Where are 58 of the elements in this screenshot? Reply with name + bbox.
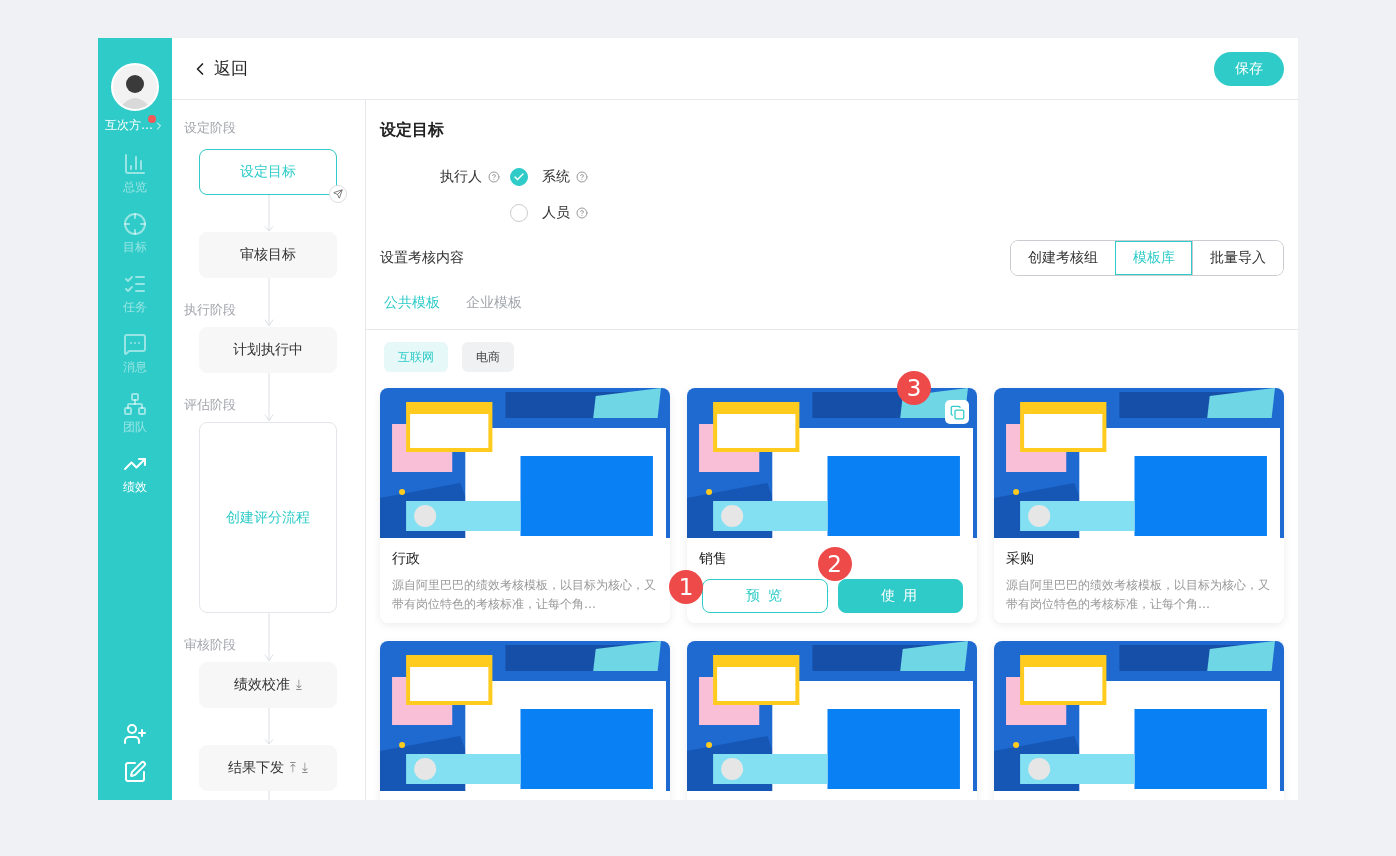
use-button[interactable]: 使 用 [837,579,963,613]
card-description: 源自阿里巴巴的绩效考核模板，以目标为核心，又带有岗位特色的考核标准，让每个角… [1006,577,1270,613]
sort-mark[interactable]: ⤓ [296,677,302,693]
field-label: 设置考核内容 [380,249,464,267]
preview-button[interactable]: 预 览 [702,579,828,613]
sort-mark[interactable]: ⤒ [290,760,296,776]
stage-label: 设定阶段 [184,119,237,137]
tab[interactable]: 公共模板 [384,294,440,312]
card-title: 行政 [392,550,420,568]
template-card[interactable]: 行政 源自阿里巴巴的绩效考核模板，以目标为核心，又带有岗位特色的考核标准，让每个角… [380,388,670,623]
help-icon[interactable] [576,171,588,183]
back-link[interactable]: 返回 [190,57,248,80]
card-description: 源自阿里巴巴的绩效考核模板，以目标为核心，又带有岗位特色的考核标准，让每个角… [392,577,656,613]
flow-step[interactable]: 审核目标 [199,232,337,278]
stage-label: 评估阶段 [184,396,237,414]
connector-arrow [264,708,274,745]
flow-step[interactable]: 绩效校准 ⤓ [199,662,337,708]
connector-arrow [264,373,274,422]
option-label[interactable]: 系统 [542,168,570,186]
check-icon [513,171,525,183]
user-avatar[interactable] [111,63,159,111]
radio-button[interactable] [510,204,528,222]
flow-step[interactable]: 设定目标 [199,149,337,195]
card-title: 采购 [1006,550,1034,568]
user-name[interactable]: 互次方… [105,117,153,134]
number-badge: 3 [897,371,931,405]
stage-label: 执行阶段 [184,301,237,319]
flow-step[interactable]: 创建评分流程 [199,422,337,613]
help-icon[interactable] [488,171,500,183]
mode-button[interactable]: 模板库 [1115,241,1192,275]
flow-step[interactable]: 结果下发 ⤒ ⤓ [199,745,337,791]
radio-button[interactable] [510,168,528,186]
filter-chip[interactable]: 互联网 [384,342,448,372]
filter-chip[interactable]: 电商 [462,342,514,372]
connector-arrow [264,195,274,232]
copy-button[interactable] [945,400,969,424]
network-icon [123,392,147,416]
nav-item[interactable]: 绩效 [123,452,147,502]
send-icon[interactable] [329,185,347,203]
edit-icon[interactable] [123,760,147,784]
stage-label: 审核阶段 [184,636,237,654]
save-button[interactable]: 保存 [1214,51,1284,86]
connector-arrow [264,278,274,327]
sort-mark[interactable]: ⤓ [302,760,308,776]
flow-step[interactable]: 计划执行中 [199,327,337,373]
section-title: 设定目标 [380,120,445,141]
add-user-icon[interactable] [123,722,147,746]
help-icon[interactable] [576,207,588,219]
connector-arrow [264,613,274,662]
chart-icon [123,152,147,176]
field-label: 执行人 [440,168,482,186]
message-icon [123,332,147,356]
tab[interactable]: 企业模板 [466,294,522,312]
option-label[interactable]: 人员 [542,204,570,222]
card-title: 销售 [699,550,727,568]
crosshair-icon [123,212,147,236]
template-card[interactable]: 采购 源自阿里巴巴的绩效考核模板，以目标为核心，又带有岗位特色的考核标准，让每个角… [994,388,1284,623]
mode-button[interactable]: 批量导入 [1192,241,1283,275]
